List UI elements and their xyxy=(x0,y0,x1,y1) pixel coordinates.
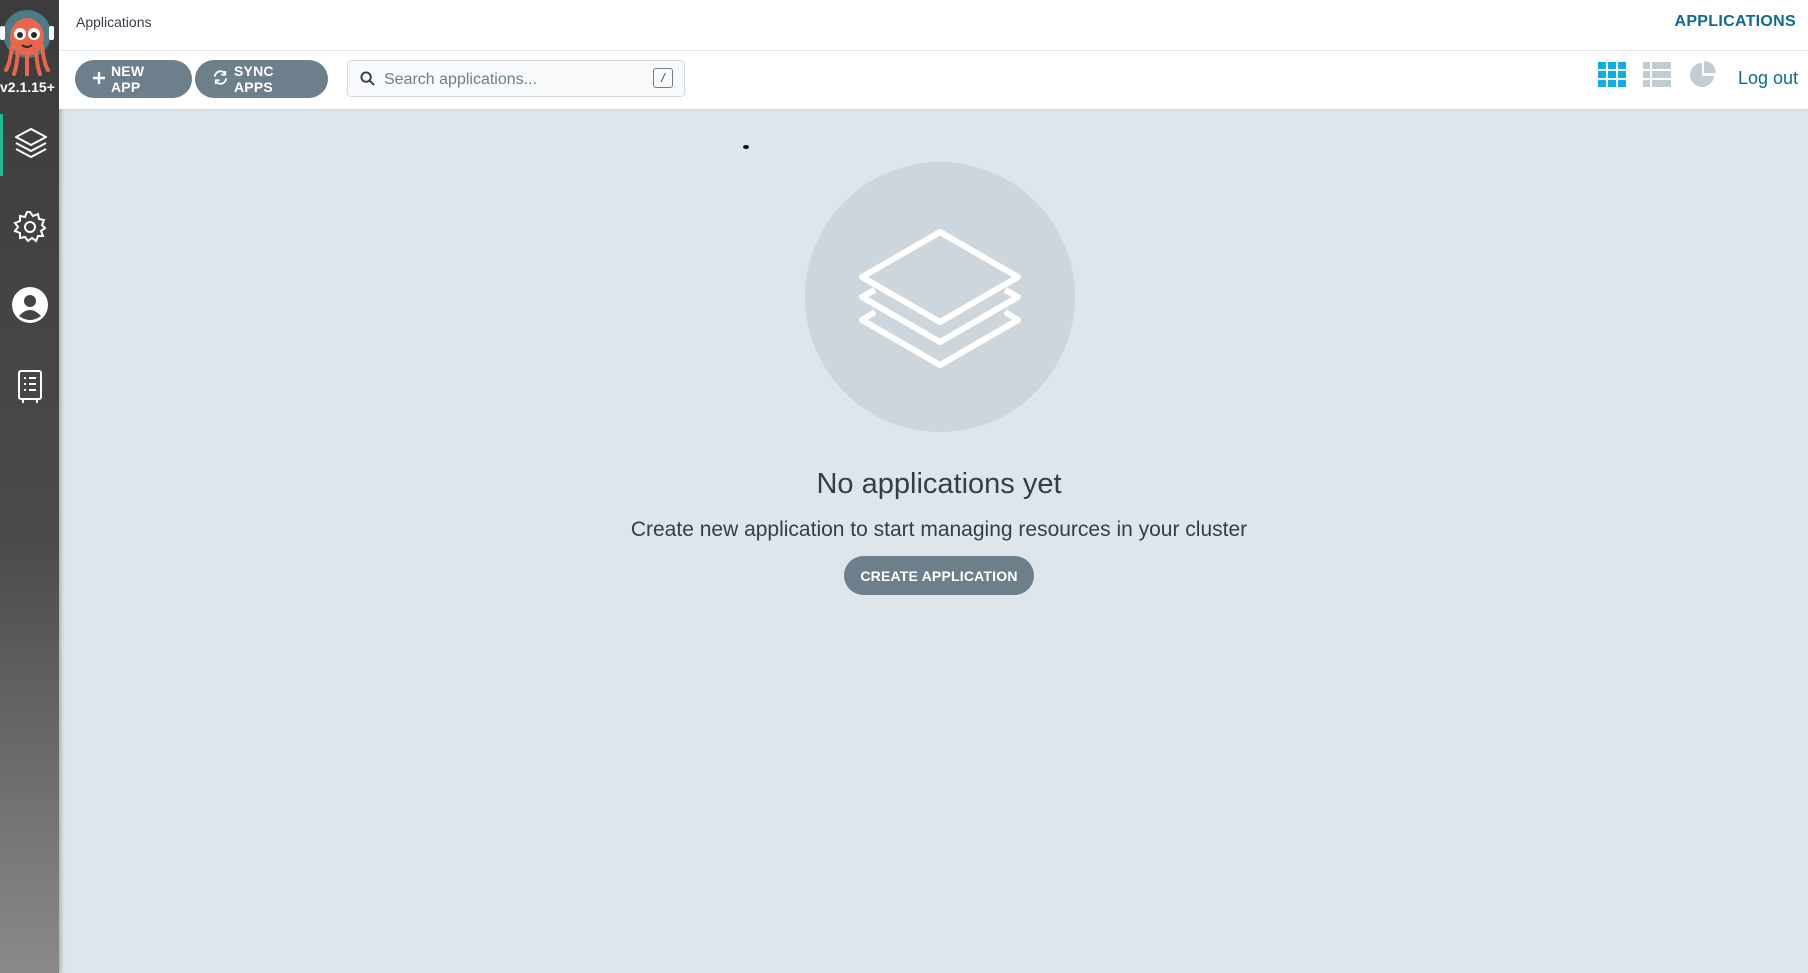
summary-view-button[interactable] xyxy=(1687,60,1719,95)
search-icon xyxy=(360,71,375,91)
search-input[interactable] xyxy=(382,61,646,98)
sync-apps-label: SYNC APPS xyxy=(234,63,274,95)
book-icon xyxy=(15,368,45,409)
list-view-icon xyxy=(1643,61,1671,93)
summary-pie-icon xyxy=(1688,60,1718,95)
list-view-button[interactable] xyxy=(1641,61,1673,93)
page-title: Applications xyxy=(76,14,152,30)
top-bar: Applications APPLICATIONS xyxy=(59,0,1808,51)
search-shortcut-key: / xyxy=(653,68,673,88)
sidebar-item-applications[interactable] xyxy=(0,114,59,176)
empty-state-subtitle: Create new application to start managing… xyxy=(630,518,1248,541)
new-app-label: NEW APP xyxy=(111,63,145,95)
sidebar-item-settings[interactable] xyxy=(0,198,59,260)
layers-icon xyxy=(855,210,1025,385)
user-circle-icon xyxy=(11,286,49,329)
layers-icon xyxy=(12,124,50,167)
toolbar: NEW APP SYNC APPS / xyxy=(59,51,1808,109)
version-label: v2.1.15+ xyxy=(0,79,55,95)
applications-nav-link[interactable]: APPLICATIONS xyxy=(1674,13,1796,31)
logout-link[interactable]: Log out xyxy=(1738,68,1798,89)
empty-state-title: No applications yet xyxy=(816,468,1062,500)
argo-logo[interactable] xyxy=(0,4,56,77)
new-app-button[interactable]: NEW APP xyxy=(75,60,192,98)
sync-apps-button[interactable]: SYNC APPS xyxy=(195,60,328,98)
search-box[interactable]: / xyxy=(347,60,685,98)
empty-state-illustration xyxy=(805,162,1075,432)
sidebar-item-documentation[interactable] xyxy=(0,357,59,419)
create-application-button[interactable]: CREATE APPLICATION xyxy=(844,556,1034,595)
plus-icon xyxy=(93,71,105,87)
tiles-view-icon xyxy=(1598,61,1626,93)
tiles-view-button[interactable] xyxy=(1596,61,1628,93)
sync-icon xyxy=(213,70,228,88)
gear-icon xyxy=(12,209,48,250)
mouse-cursor xyxy=(743,145,749,149)
sidebar-item-user-info[interactable] xyxy=(0,276,59,338)
